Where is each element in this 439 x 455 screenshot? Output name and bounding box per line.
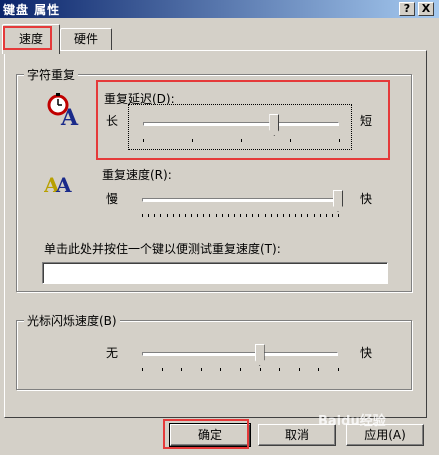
slider-tick [299,368,300,371]
svg-text:A: A [60,105,79,128]
ok-button-highlight [163,419,249,449]
slider-tick [240,214,241,217]
slider-tick [203,214,204,217]
help-button[interactable]: ? [399,2,415,16]
slider-tick [283,214,284,217]
slider-tick [222,214,223,217]
slider-tick [234,214,235,217]
slider-tick [167,214,168,217]
repeat-rate-right-label: 快 [360,192,373,206]
repeat-test-label: 单击此处并按住一个键以便测试重复速度(T): [44,242,281,256]
window-title: 键盘 属性 [3,3,61,17]
slider-tick [338,368,339,371]
slider-tick [318,368,319,371]
slider-tick [277,214,278,217]
slider-tick [197,214,198,217]
tab-hardware-label: 硬件 [73,32,98,46]
slider-tick [279,368,280,371]
svg-text:A: A [55,173,72,197]
cursor-blink-left-label: 无 [106,346,119,360]
slider-tick [332,214,333,217]
slider-tick [216,214,217,217]
slider-tick [142,368,143,371]
close-button[interactable]: X [418,2,434,16]
cursor-blink-group-title: 光标闪烁速度(B) [24,312,120,329]
repeat-rate-left-label: 慢 [106,192,119,206]
cursor-blink-slider[interactable] [128,338,352,378]
slider-tick [260,368,261,371]
slider-tick [154,214,155,217]
repeating-a-icon: A A [44,173,72,197]
slider-tick [295,214,296,217]
slider-tick [160,214,161,217]
slider-tick [148,214,149,217]
slider-tick [252,214,253,217]
slider-tick [289,214,290,217]
repeat-rate-slider-track [142,198,338,202]
slider-tick [209,214,210,217]
slider-tick [179,214,180,217]
tab-speed-highlight [3,26,52,50]
slider-tick [271,214,272,217]
stopwatch-a-icon: A [47,93,79,128]
slider-tick [228,214,229,217]
slider-tick [338,214,339,217]
slider-tick [173,214,174,217]
title-bar: 键盘 属性 ? X [0,0,439,18]
slider-tick [314,214,315,217]
slider-tick [185,214,186,217]
slider-tick [201,368,202,371]
slider-tick [301,214,302,217]
slider-tick [258,214,259,217]
slider-tick [220,368,221,371]
repeat-rate-slider-thumb[interactable] [333,190,343,212]
cursor-blink-right-label: 快 [360,346,373,360]
repeat-test-input[interactable] [42,262,388,284]
baidu-watermark: Baidu经验 [318,414,386,429]
slider-tick [320,214,321,217]
slider-tick [307,214,308,217]
repeat-rate-label: 重复速度(R): [102,168,172,182]
slider-tick [246,214,247,217]
slider-tick [191,214,192,217]
slider-tick [265,214,266,217]
slider-tick [181,368,182,371]
slider-tick [240,368,241,371]
repeat-rate-slider[interactable] [128,184,352,224]
tab-hardware[interactable]: 硬件 [60,28,112,50]
slider-tick [162,368,163,371]
cursor-blink-slider-track [142,352,338,356]
character-repeat-group-title: 字符重复 [24,66,79,83]
slider-tick [326,214,327,217]
cursor-blink-slider-thumb[interactable] [254,344,265,366]
slider-tick [142,214,143,217]
repeat-delay-highlight [96,80,390,160]
